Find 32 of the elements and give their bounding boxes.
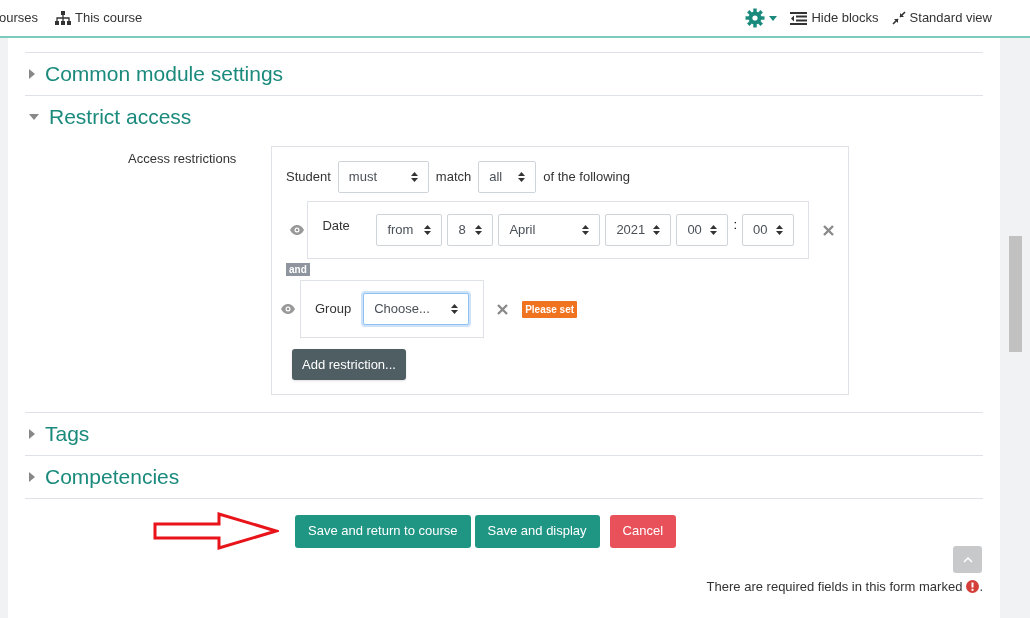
section-header[interactable]: Restrict access xyxy=(25,96,983,138)
select-field[interactable]: all xyxy=(478,161,537,193)
select-field[interactable]: Choose... xyxy=(363,293,470,325)
section-header[interactable]: Competencies xyxy=(25,456,983,498)
form-button[interactable]: Save and return to course xyxy=(295,514,471,548)
and-badge: and xyxy=(286,263,310,276)
note-period: . xyxy=(979,578,983,596)
select-field[interactable]: 00 xyxy=(676,214,729,246)
nav-link[interactable]: ourses xyxy=(0,8,39,28)
sentence-text: match xyxy=(435,168,472,187)
field-label: Access restrictions xyxy=(128,151,237,166)
required-note: There are required fields in this form marked xyxy=(706,578,963,596)
time-separator: : xyxy=(733,216,737,235)
warning-badge: Please set xyxy=(522,300,578,318)
select-field[interactable]: from xyxy=(376,214,443,246)
select-field[interactable]: April xyxy=(498,214,601,246)
select-field[interactable]: 00 xyxy=(742,214,794,246)
nav-link[interactable]: This course xyxy=(55,8,143,28)
section-header[interactable]: Common module settings xyxy=(25,53,983,95)
sentence-text: of the following xyxy=(543,168,630,187)
select-field[interactable]: 8 xyxy=(447,214,494,246)
select-field[interactable]: 2021 xyxy=(605,214,672,246)
form-button[interactable]: Save and display xyxy=(474,514,600,548)
form-button[interactable]: Cancel xyxy=(609,514,677,548)
condition-label: Group xyxy=(315,300,352,319)
section-header[interactable]: Tags xyxy=(25,413,983,455)
add-restriction-button[interactable]: Add restriction... xyxy=(292,349,406,380)
nav-link[interactable]: Standard view xyxy=(891,8,992,28)
select-field[interactable]: must xyxy=(337,161,429,193)
sentence-text: Student xyxy=(286,168,331,187)
condition-label: Date xyxy=(322,217,351,235)
nav-link[interactable]: Hide blocks xyxy=(790,8,879,28)
